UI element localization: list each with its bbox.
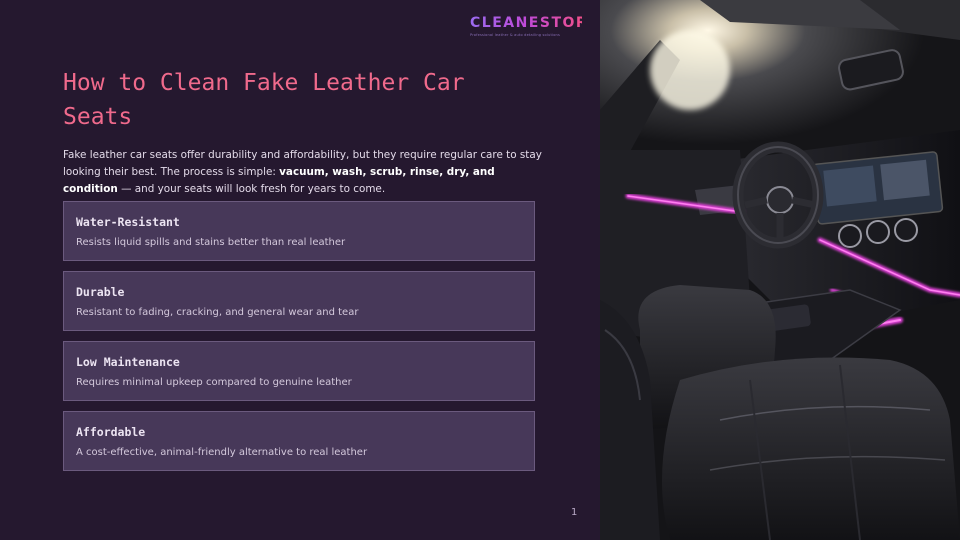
feature-card-durable: Durable Resistant to fading, cracking, a… [63, 271, 535, 331]
content-panel: CLEANESTOR Professional leather & auto d… [0, 0, 600, 540]
feature-card-low-maintenance: Low Maintenance Requires minimal upkeep … [63, 341, 535, 401]
slide: CLEANESTOR Professional leather & auto d… [0, 0, 960, 540]
logo-wordmark: CLEANESTOR [470, 15, 589, 31]
car-interior-photo [600, 0, 960, 540]
page-number: 1 [571, 507, 578, 518]
feature-description: Resists liquid spills and stains better … [76, 237, 346, 248]
feature-description: A cost-effective, animal-friendly altern… [76, 447, 368, 458]
intro-text-end: — and your seats will look fresh for yea… [117, 183, 386, 195]
intro-paragraph: Fake leather car seats offer durability … [63, 147, 543, 198]
feature-title: Water-Resistant [76, 215, 180, 229]
logo-tagline: Professional leather & auto detailing so… [470, 33, 560, 37]
brand-logo: CLEANESTOR Professional leather & auto d… [470, 14, 589, 40]
feature-title: Affordable [76, 425, 146, 439]
slide-title: How to Clean Fake Leather Car Seats [63, 70, 465, 130]
feature-card-water-resistant: Water-Resistant Resists liquid spills an… [63, 201, 535, 261]
feature-description: Resistant to fading, cracking, and gener… [76, 307, 359, 318]
feature-description: Requires minimal upkeep compared to genu… [76, 377, 352, 388]
feature-title: Durable [76, 285, 125, 299]
feature-card-affordable: Affordable A cost-effective, animal-frie… [63, 411, 535, 471]
feature-title: Low Maintenance [76, 355, 180, 369]
